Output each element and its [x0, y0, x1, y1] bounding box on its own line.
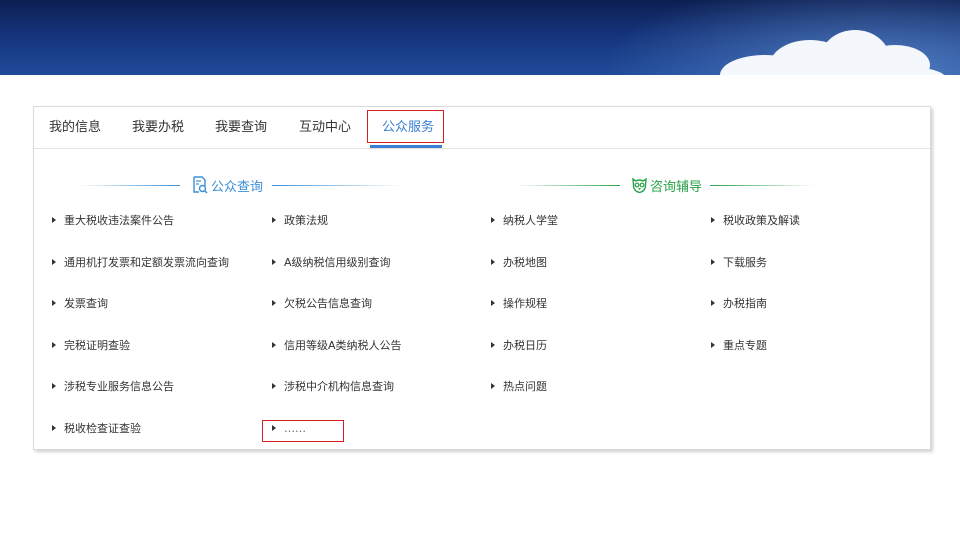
service-panel: 我的信息 我要办税 我要查询 互动中心 公众服务 公众查询 咨询辅导 重大税收违… [33, 106, 931, 450]
tab-highlight-box [367, 110, 444, 143]
link-invoice-query[interactable]: 发票查询 [52, 296, 108, 312]
section-divider-left [514, 185, 620, 186]
tab-my-info[interactable]: 我的信息 [49, 107, 101, 148]
link-major-tax-violation[interactable]: 重大税收违法案件公告 [52, 213, 174, 229]
link-download-service[interactable]: 下载服务 [711, 255, 767, 271]
section-divider-right [272, 185, 402, 186]
link-operation-rules[interactable]: 操作规程 [491, 296, 547, 312]
arrow-right-icon [711, 342, 715, 348]
link-tax-certificate-verify[interactable]: 完税证明查验 [52, 338, 130, 354]
arrow-right-icon [52, 217, 56, 223]
section-header-consult: 咨询辅导 [631, 173, 702, 197]
section-title-consult: 咨询辅导 [650, 179, 703, 195]
link-tax-policy-interpretation[interactable]: 税收政策及解读 [711, 213, 800, 229]
arrow-right-icon [52, 425, 56, 431]
section-divider-right [710, 185, 816, 186]
arrow-right-icon [491, 217, 495, 223]
arrow-right-icon [272, 342, 276, 348]
link-key-topics[interactable]: 重点专题 [711, 338, 767, 354]
link-invoice-flow-query[interactable]: 通用机打发票和定额发票流向查询 [52, 255, 229, 271]
arrow-right-icon [52, 342, 56, 348]
arrow-right-icon [52, 300, 56, 306]
arrow-right-icon [491, 259, 495, 265]
section-header-public-query: 公众查询 [192, 173, 263, 197]
link-tax-service-info[interactable]: 涉税专业服务信息公告 [52, 379, 174, 395]
arrow-right-icon [272, 383, 276, 389]
tab-tax-handling[interactable]: 我要办税 [132, 107, 184, 148]
arrow-right-icon [272, 259, 276, 265]
arrow-right-icon [52, 259, 56, 265]
active-tab-indicator [370, 145, 442, 148]
arrow-right-icon [491, 300, 495, 306]
link-taxpayer-school[interactable]: 纳税人学堂 [491, 213, 558, 229]
tab-query[interactable]: 我要查询 [215, 107, 267, 148]
link-tax-agency-query[interactable]: 涉税中介机构信息查询 [272, 379, 394, 395]
tab-bar: 我的信息 我要办税 我要查询 互动中心 公众服务 [34, 107, 930, 149]
arrow-right-icon [711, 217, 715, 223]
more-highlight-box [262, 420, 344, 442]
link-tax-calendar[interactable]: 办税日历 [491, 338, 547, 354]
owl-icon [631, 176, 648, 194]
arrow-right-icon [711, 259, 715, 265]
link-tax-arrears-query[interactable]: 欠税公告信息查询 [272, 296, 372, 312]
tab-interaction[interactable]: 互动中心 [299, 107, 351, 148]
document-search-icon [192, 176, 208, 194]
link-tax-map[interactable]: 办税地图 [491, 255, 547, 271]
link-credit-level-query[interactable]: A级纳税信用级别查询 [272, 255, 391, 271]
link-tax-guide[interactable]: 办税指南 [711, 296, 767, 312]
section-divider-left [78, 185, 180, 186]
arrow-right-icon [52, 383, 56, 389]
arrow-right-icon [272, 217, 276, 223]
section-title-public-query: 公众查询 [211, 179, 264, 195]
link-hot-topics[interactable]: 热点问题 [491, 379, 547, 395]
link-a-class-taxpayer[interactable]: 信用等级A类纳税人公告 [272, 338, 402, 354]
link-policy-regulations[interactable]: 政策法规 [272, 213, 328, 229]
arrow-right-icon [711, 300, 715, 306]
arrow-right-icon [491, 383, 495, 389]
header-banner [0, 0, 960, 75]
link-tax-inspection-verify[interactable]: 税收检查证查验 [52, 421, 141, 437]
arrow-right-icon [272, 300, 276, 306]
arrow-right-icon [491, 342, 495, 348]
